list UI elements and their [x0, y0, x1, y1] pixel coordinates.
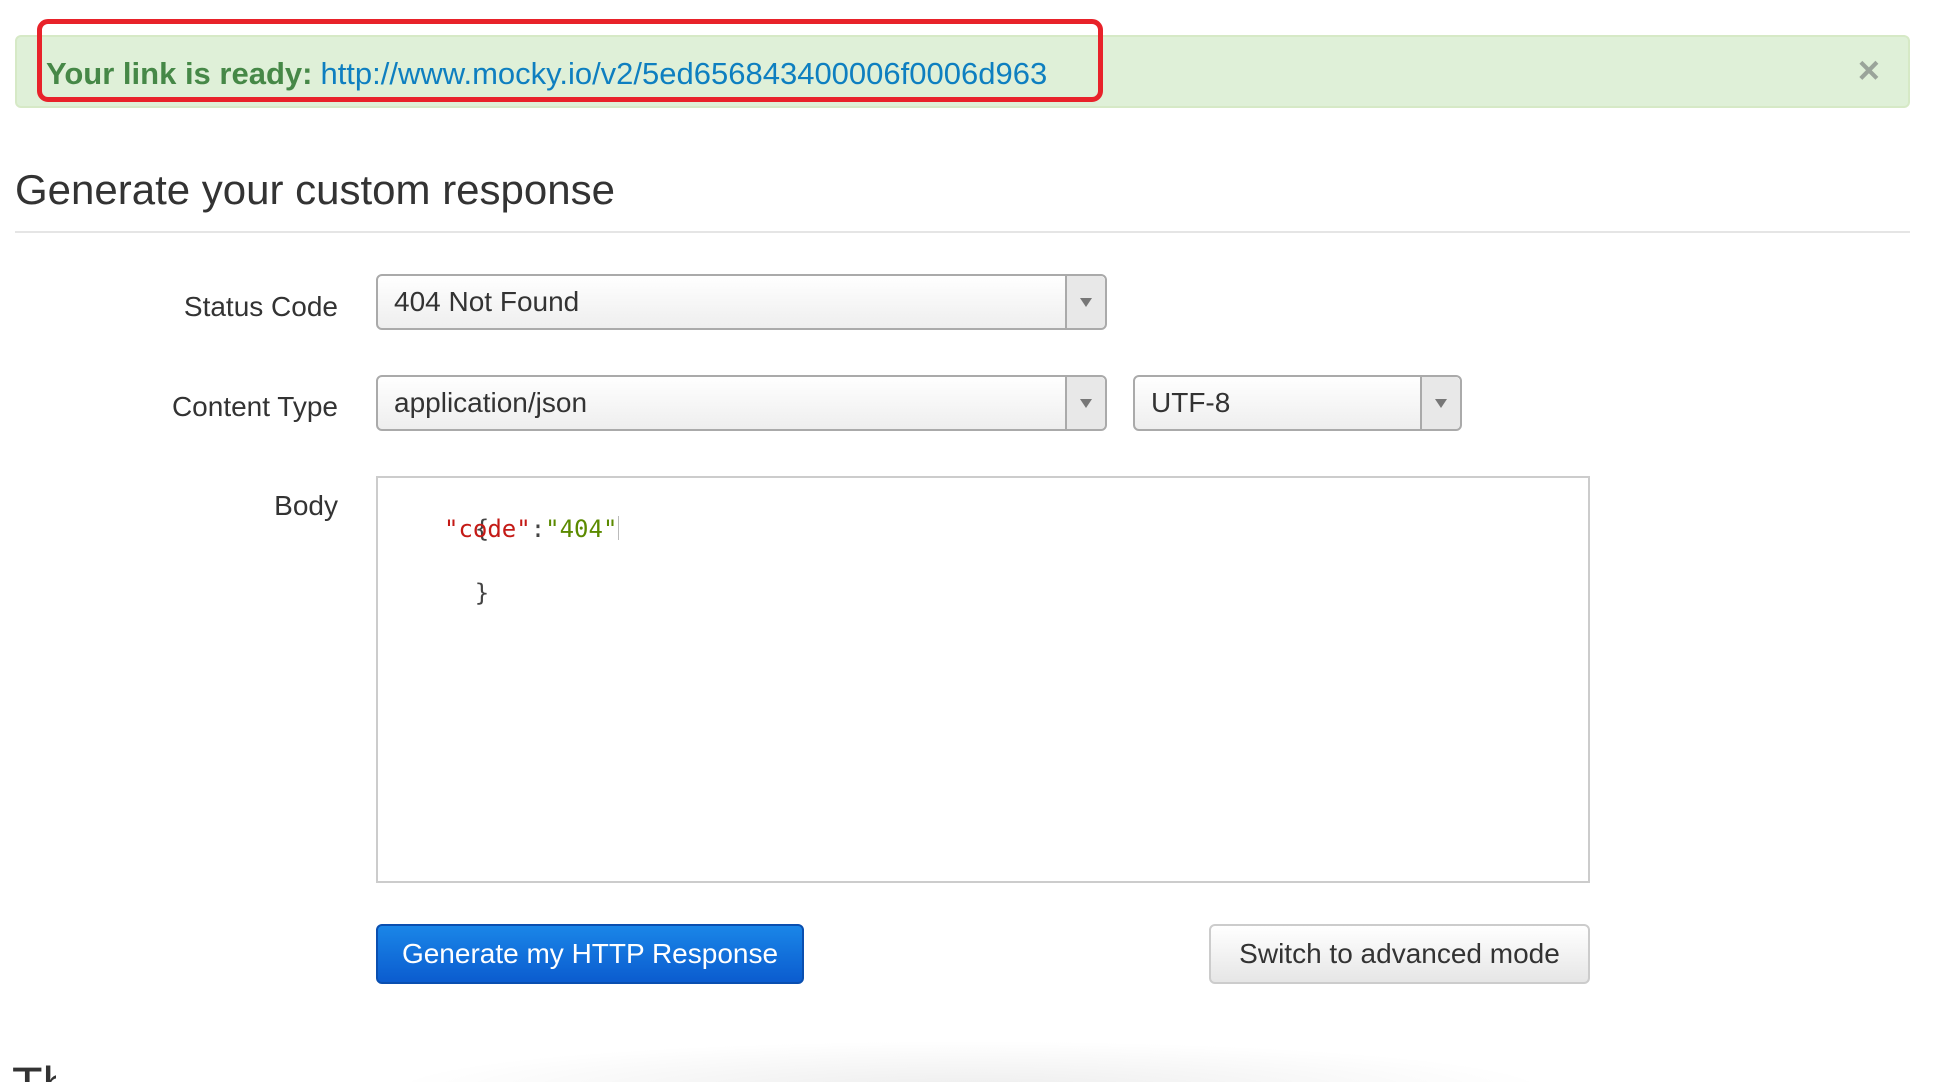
- generate-response-button[interactable]: Generate my HTTP Response: [376, 924, 804, 984]
- json-value: "404": [545, 515, 618, 543]
- advanced-mode-button[interactable]: Switch to advanced mode: [1209, 924, 1590, 984]
- chevron-down-icon: [1065, 377, 1105, 429]
- code-line-3: }: [388, 545, 489, 641]
- json-colon: :: [530, 515, 546, 543]
- content-type-select[interactable]: application/json: [376, 375, 1107, 431]
- charset-value: UTF-8: [1151, 387, 1231, 418]
- annotation-highlight-box: [37, 19, 1103, 102]
- close-icon[interactable]: ×: [1858, 51, 1880, 91]
- status-code-label: Status Code: [183, 291, 338, 322]
- json-close-brace: }: [474, 579, 490, 607]
- content-type-label: Content Type: [171, 391, 338, 422]
- chevron-down-icon: [1065, 276, 1105, 328]
- next-section-heading: Th: [12, 1060, 56, 1082]
- status-code-select[interactable]: 404 Not Found: [376, 274, 1107, 330]
- bottom-shadow: [380, 1040, 1560, 1082]
- content-type-value: application/json: [394, 387, 588, 418]
- text-caret: [618, 516, 620, 540]
- chevron-down-icon: [1420, 377, 1460, 429]
- body-label: Body: [274, 490, 338, 521]
- code-line-2: "code":"404": [444, 513, 620, 545]
- json-key: "code": [444, 515, 531, 543]
- title-divider: [15, 231, 1910, 233]
- next-section-heading-text: Th: [12, 1060, 56, 1082]
- charset-select[interactable]: UTF-8: [1133, 375, 1462, 431]
- status-code-value: 404 Not Found: [394, 286, 580, 317]
- page-title: Generate your custom response: [15, 166, 615, 213]
- body-code-editor[interactable]: { "code":"404" }: [376, 476, 1590, 883]
- page: Your link is ready: http://www.mocky.io/v…: [0, 0, 1946, 1082]
